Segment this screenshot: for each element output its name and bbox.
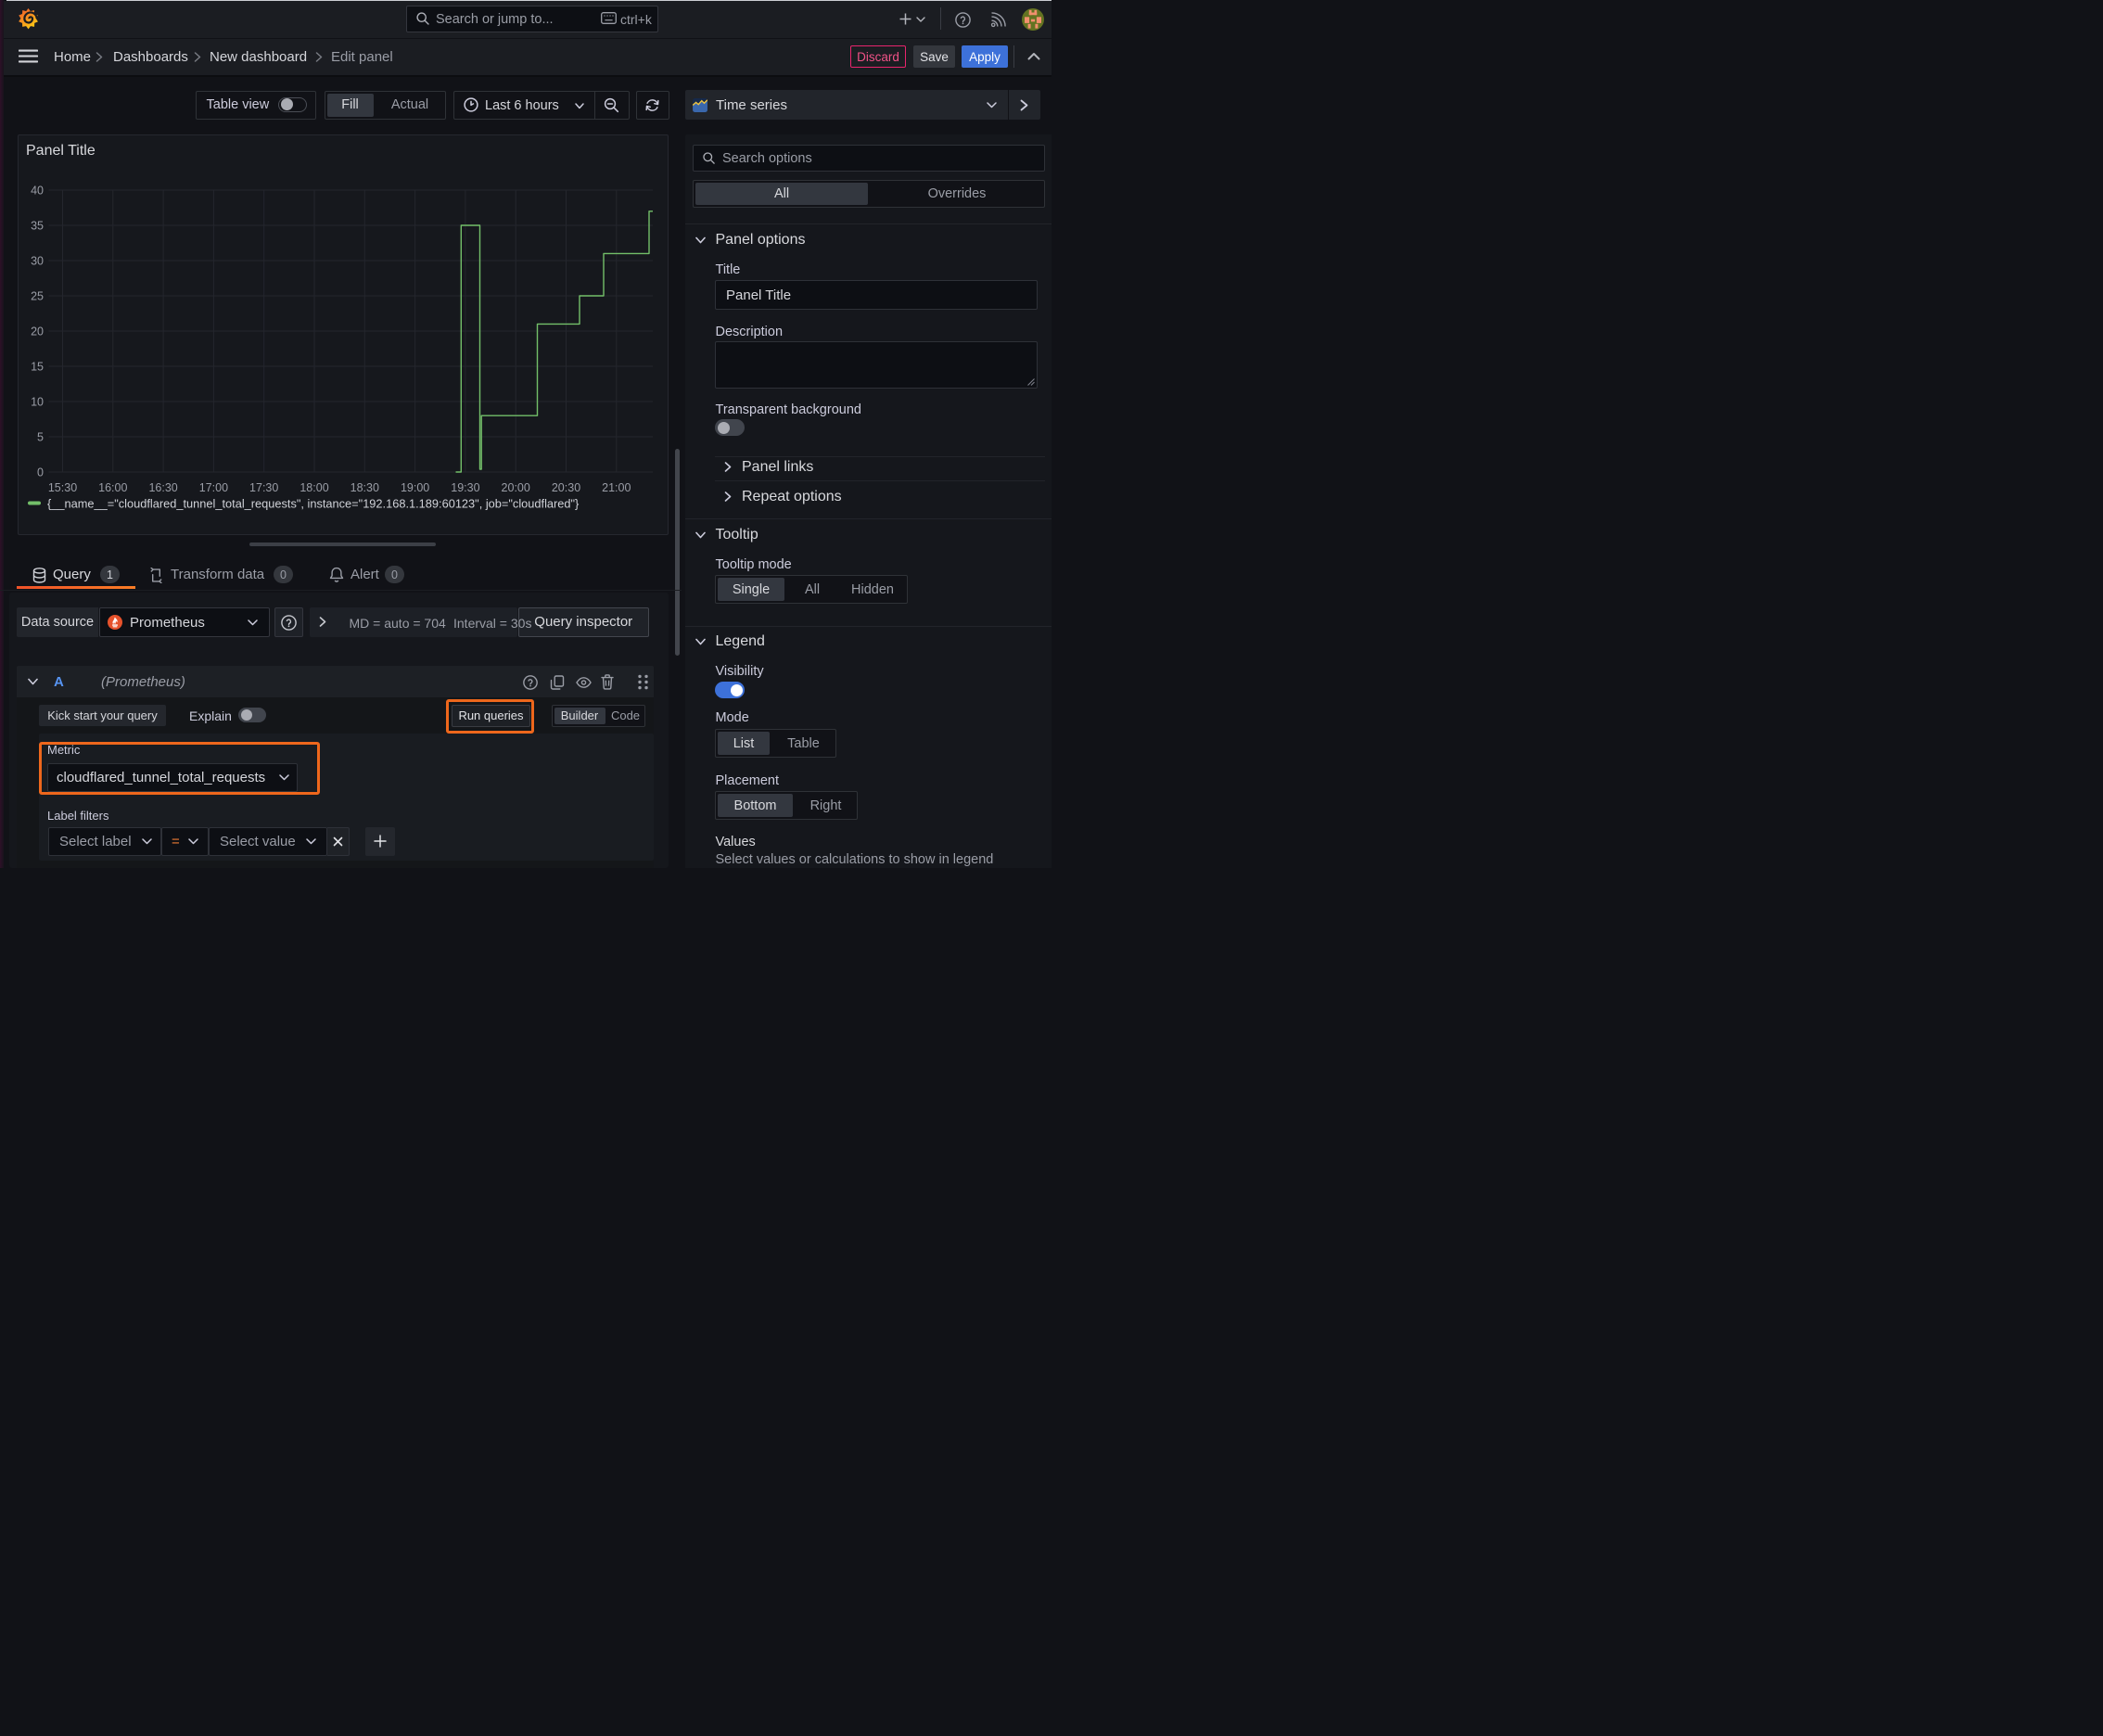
svg-text:21:00: 21:00 [602,481,631,494]
svg-text:15:30: 15:30 [48,481,77,494]
svg-text:20:30: 20:30 [552,481,580,494]
svg-text:20:00: 20:00 [502,481,530,494]
svg-text:30: 30 [31,255,44,268]
svg-text:20: 20 [31,326,44,338]
svg-text:15: 15 [31,361,44,374]
svg-text:0: 0 [37,466,44,479]
svg-text:19:00: 19:00 [401,481,429,494]
svg-text:18:30: 18:30 [350,481,379,494]
svg-text:18:00: 18:00 [300,481,328,494]
svg-text:40: 40 [31,185,44,198]
svg-text:19:30: 19:30 [451,481,479,494]
svg-text:17:00: 17:00 [199,481,228,494]
svg-text:35: 35 [31,220,44,233]
svg-text:25: 25 [31,290,44,303]
svg-text:5: 5 [37,431,44,444]
svg-text:16:00: 16:00 [98,481,127,494]
svg-text:{__name__="cloudflared_tunnel_: {__name__="cloudflared_tunnel_total_requ… [47,497,580,511]
svg-text:10: 10 [31,396,44,409]
svg-text:16:30: 16:30 [148,481,177,494]
svg-text:17:30: 17:30 [249,481,278,494]
